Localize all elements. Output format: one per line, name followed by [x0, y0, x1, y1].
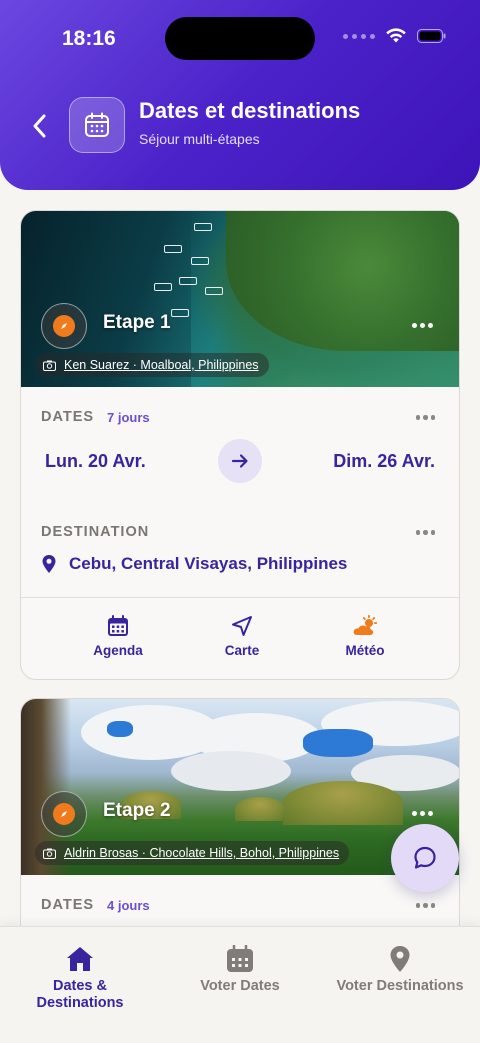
- destination-text: Cebu, Central Visayas, Philippines: [69, 554, 348, 573]
- start-date[interactable]: Lun. 20 Avr.: [45, 451, 146, 472]
- bottom-nav: Dates & Destinations Voter Dates Voter D…: [0, 926, 480, 1043]
- status-time: 18:16: [62, 27, 116, 50]
- wifi-icon: [386, 28, 406, 43]
- stage-1-photo: Etape 1 Ken Suarez · Moalboal, Philippin…: [21, 211, 459, 387]
- chat-button[interactable]: [391, 824, 459, 892]
- map-pin-icon: [42, 555, 56, 573]
- stage-card-2: Etape 2 Aldrin Brosas · Chocolate Hills,…: [20, 698, 460, 958]
- agenda-button[interactable]: Agenda: [68, 615, 168, 658]
- camera-icon: [43, 360, 56, 371]
- stage-menu-button[interactable]: [412, 811, 433, 816]
- compass-icon: [61, 323, 67, 329]
- photo-credit[interactable]: Aldrin Brosas · Chocolate Hills, Bohol, …: [35, 841, 350, 865]
- dates-menu-button[interactable]: [415, 415, 435, 420]
- nav-voter-destinations[interactable]: Voter Destinations: [330, 945, 470, 995]
- header: 18:16 Dates et destinations Séjour multi…: [0, 0, 480, 190]
- divider: [21, 597, 459, 598]
- destination-row[interactable]: Cebu, Central Visayas, Philippines: [41, 554, 347, 574]
- status-icons: [343, 28, 447, 44]
- destination-label: DESTINATION: [41, 524, 150, 540]
- stage-name: Etape 2: [103, 800, 171, 821]
- battery-icon: [417, 29, 446, 43]
- stage-compass-badge: [41, 791, 87, 837]
- home-icon: [67, 947, 93, 971]
- nav-label: Dates & Destinations: [36, 978, 124, 1011]
- nav-dates-destinations[interactable]: Dates & Destinations: [20, 945, 140, 1012]
- photo-credit-text[interactable]: Ken Suarez · Moalboal, Philippines: [64, 358, 259, 372]
- camera-icon: [43, 848, 56, 859]
- navigation-arrow-icon: [232, 616, 252, 636]
- agenda-label: Agenda: [93, 643, 143, 658]
- weather-sun-cloud-icon: [353, 615, 378, 635]
- calendar-icon: [227, 945, 253, 972]
- destination-menu-button[interactable]: [415, 530, 435, 535]
- dates-label: DATES: [41, 409, 95, 425]
- map-button[interactable]: Carte: [192, 615, 292, 658]
- weather-label: Météo: [345, 643, 385, 658]
- stage-name: Etape 1: [103, 312, 171, 333]
- header-calendar-badge: [69, 97, 125, 153]
- photo-credit[interactable]: Ken Suarez · Moalboal, Philippines: [35, 353, 269, 377]
- arrow-right-icon: [231, 454, 248, 468]
- stage-menu-button[interactable]: [412, 323, 433, 328]
- nav-voter-dates[interactable]: Voter Dates: [180, 945, 300, 995]
- back-button[interactable]: [28, 112, 52, 140]
- dates-menu-button[interactable]: [415, 903, 435, 908]
- photo-credit-text[interactable]: Aldrin Brosas · Chocolate Hills, Bohol, …: [64, 846, 339, 860]
- map-label: Carte: [224, 643, 260, 658]
- end-date[interactable]: Dim. 26 Avr.: [333, 451, 435, 472]
- stage-card-1: Etape 1 Ken Suarez · Moalboal, Philippin…: [20, 210, 460, 680]
- date-range-arrow: [218, 439, 262, 483]
- signal-icon: [343, 33, 375, 39]
- dates-duration: 4 jours: [107, 898, 150, 913]
- calendar-icon: [85, 112, 109, 137]
- chevron-left-icon: [33, 114, 46, 138]
- map-pin-icon: [390, 946, 410, 972]
- dynamic-island: [165, 17, 315, 60]
- dates-label: DATES: [41, 897, 95, 913]
- nav-label: Voter Dates: [200, 978, 280, 994]
- weather-button[interactable]: Météo: [315, 615, 415, 658]
- calendar-icon: [108, 615, 128, 636]
- chat-bubble-icon: [414, 846, 436, 869]
- nav-label: Voter Destinations: [336, 978, 464, 994]
- stage-compass-badge: [41, 303, 87, 349]
- page-subtitle: Séjour multi-étapes: [139, 131, 260, 147]
- page-title: Dates et destinations: [139, 98, 361, 123]
- dates-duration: 7 jours: [107, 410, 150, 425]
- compass-icon: [61, 811, 67, 817]
